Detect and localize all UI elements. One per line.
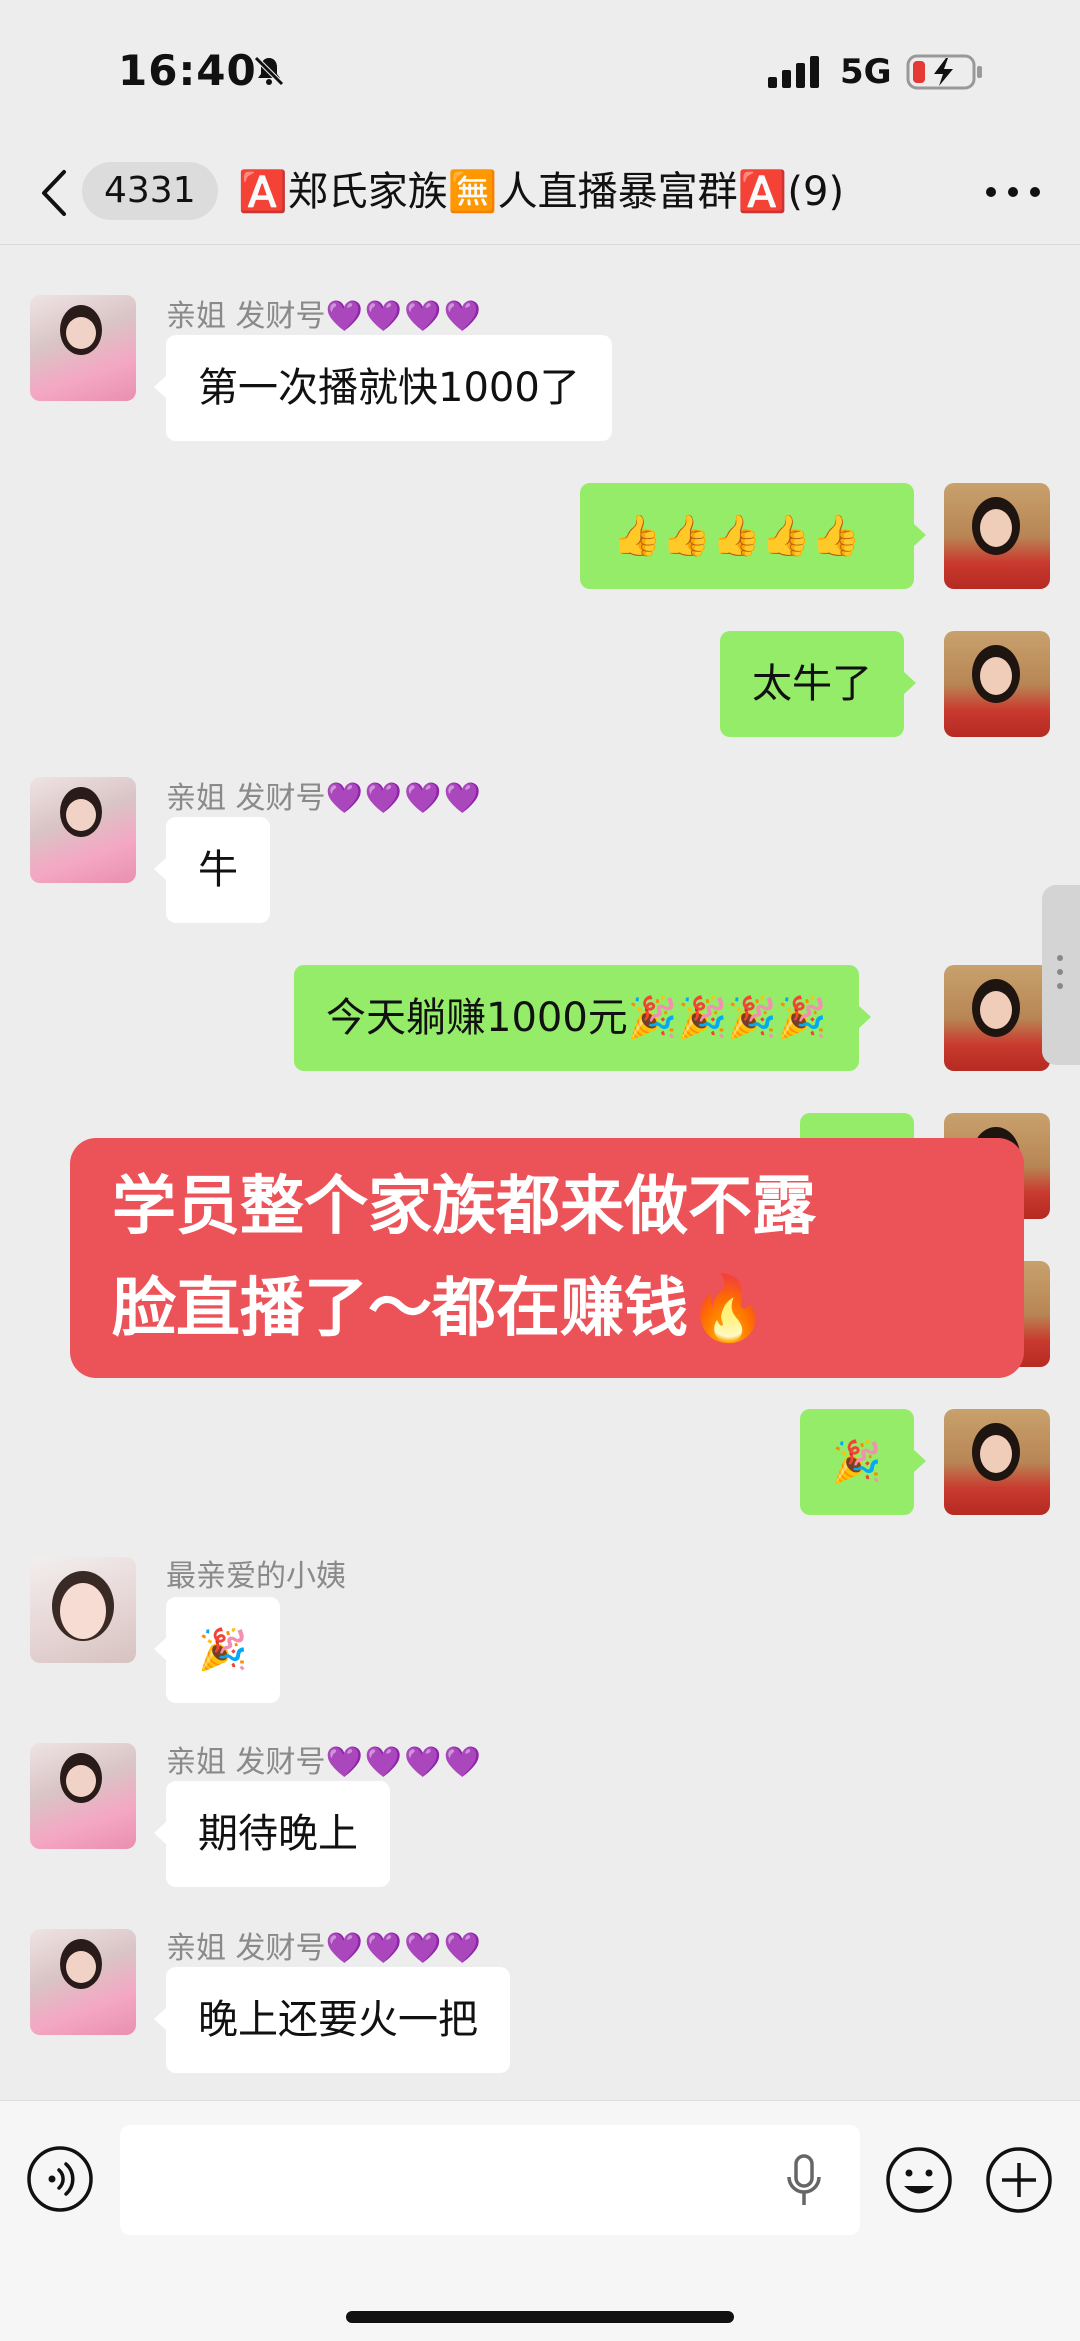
message-input[interactable] [120,2125,860,2235]
sender-label: 亲姐 发财号 [166,1931,326,1966]
status-time: 16:40 [118,46,257,95]
avatar[interactable] [944,1409,1050,1515]
sender-name: 亲姐 发财号💜💜💜💜 [166,291,483,335]
message-bubble[interactable]: 今天躺赚1000元🎉🎉🎉🎉 [294,965,872,1071]
plus-icon[interactable] [984,2145,1054,2215]
network-type: 5G [840,52,892,92]
heart-emojis: 💜💜💜💜 [325,1745,483,1780]
overlay-banner: 学员整个家族都来做不露 脸直播了～都在赚钱🔥 [70,1138,1024,1378]
status-bar: 16:40 5G [0,0,1080,140]
message-bubble[interactable]: 🎉 [800,1409,926,1515]
message-bubble[interactable]: 🎉 [154,1597,280,1703]
avatar[interactable] [944,483,1050,589]
chat-header: 4331 🅰️郑氏家族🈚人直播暴富群🅰️(9) [0,140,1080,244]
banner-line-2: 脸直播了～都在赚钱🔥 [112,1272,768,1346]
message-bubble[interactable]: 牛 [154,817,270,923]
message-bubble[interactable]: 太牛了 [720,631,916,737]
sender-name: 亲姐 发财号💜💜💜💜 [166,1923,483,1967]
avatar[interactable] [944,965,1050,1071]
more-icon[interactable] [978,172,1048,212]
banner-line-1: 学员整个家族都来做不露 [112,1170,816,1244]
avatar[interactable] [30,295,136,401]
message-bubble[interactable]: 第一次播就快1000了 [154,335,612,441]
message-bubble[interactable]: 期待晚上 [154,1781,390,1887]
microphone-icon[interactable] [784,2153,824,2209]
signal-icon [768,56,819,88]
voice-icon[interactable] [26,2145,94,2213]
avatar[interactable] [30,1743,136,1849]
sender-name: 亲姐 发财号💜💜💜💜 [166,1737,483,1781]
bell-slash-icon [254,56,284,86]
input-bar [0,2100,1080,2341]
sender-name: 最亲爱的小姨 [166,1559,346,1594]
heart-emojis: 💜💜💜💜 [325,781,483,816]
avatar[interactable] [30,1557,136,1663]
sender-label: 亲姐 发财号 [166,781,326,816]
avatar[interactable] [30,1929,136,2035]
message-bubble[interactable]: 晚上还要火一把 [154,1967,510,2073]
sender-label: 亲姐 发财号 [166,1745,326,1780]
sender-name: 亲姐 发财号💜💜💜💜 [166,773,483,817]
chat-title: 🅰️郑氏家族🈚人直播暴富群🅰️(9) [238,169,845,215]
sender-label: 亲姐 发财号 [166,299,326,334]
home-indicator[interactable] [346,2311,734,2323]
avatar[interactable] [30,777,136,883]
chevron-left-icon[interactable] [36,168,76,218]
heart-emojis: 💜💜💜💜 [325,299,483,334]
avatar[interactable] [944,631,1050,737]
message-bubble[interactable]: 👍👍👍👍👍 [580,483,926,589]
heart-emojis: 💜💜💜💜 [325,1931,483,1966]
emoji-icon[interactable] [884,2145,954,2215]
unread-count-badge[interactable]: 4331 [82,162,218,220]
side-drag-handle[interactable] [1042,885,1080,1065]
battery-charging-icon [906,54,982,90]
